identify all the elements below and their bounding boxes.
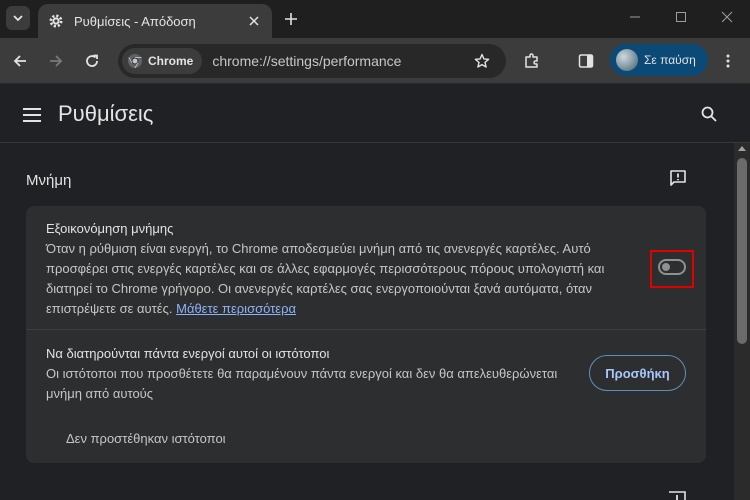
back-button[interactable] (8, 49, 32, 73)
learn-more-link[interactable]: Μάθετε περισσότερα (176, 301, 296, 316)
memory-saver-description: Όταν η ρύθμιση είναι ενεργή, το Chrome α… (46, 239, 626, 319)
minimize-icon (630, 16, 640, 18)
feedback-button[interactable] (666, 166, 690, 190)
tab-close-button[interactable] (244, 11, 264, 31)
gear-icon (49, 14, 63, 28)
maximize-button[interactable] (658, 0, 704, 34)
tab-strip: Ρυθμίσεις - Απόδοση (0, 0, 750, 38)
arrow-left-icon (13, 55, 26, 67)
reload-icon (86, 54, 98, 67)
profile-button[interactable]: Σε παύση (610, 44, 708, 76)
memory-saver-title: Εξοικονόμηση μνήμης (46, 221, 174, 236)
close-icon (249, 16, 259, 26)
page-title: Ρυθμίσεις (58, 101, 154, 126)
browser-toolbar: Chrome chrome://settings/performance Σε … (0, 38, 750, 84)
arrow-right-icon (50, 55, 63, 67)
extensions-button[interactable] (520, 49, 544, 73)
puzzle-icon (525, 53, 538, 68)
site-chip-label: Chrome (148, 54, 194, 68)
plus-icon (285, 13, 297, 25)
tab-settings-performance[interactable]: Ρυθμίσεις - Απόδοση (38, 4, 272, 38)
hamburger-icon (23, 108, 41, 122)
reload-button[interactable] (80, 49, 104, 73)
tab-title: Ρυθμίσεις - Απόδοση (74, 13, 196, 29)
settings-header: Ρυθμίσεις (0, 85, 750, 143)
settings-search-button[interactable] (696, 101, 722, 127)
profile-status-label: Σε παύση (644, 53, 696, 67)
scroll-up-arrow-icon[interactable] (738, 146, 746, 151)
minimize-button[interactable] (612, 0, 658, 34)
add-site-button[interactable]: Προσθήκη (589, 355, 686, 391)
url-text[interactable]: chrome://settings/performance (212, 53, 470, 69)
forward-button[interactable] (44, 49, 68, 73)
chevron-down-icon (13, 15, 23, 22)
always-active-sites-title: Να διατηρούνται πάντα ενεργοί αυτοί οι ι… (46, 346, 330, 361)
bookmark-button[interactable] (470, 49, 494, 73)
close-icon (721, 11, 733, 23)
memory-saver-toggle[interactable] (658, 259, 686, 275)
scrollbar-thumb[interactable] (737, 158, 747, 344)
section-title-memory: Μνήμη (26, 172, 72, 189)
site-info-chip[interactable]: Chrome (122, 48, 203, 74)
memory-card: Εξοικονόμηση μνήμης Όταν η ρύθμιση είναι… (26, 206, 706, 463)
address-bar[interactable]: Chrome chrome://settings/performance (118, 44, 506, 78)
side-panel-button[interactable] (574, 49, 598, 73)
search-icon (701, 106, 717, 122)
more-vert-icon (726, 54, 730, 68)
avatar (616, 49, 638, 71)
tab-search-button[interactable] (6, 6, 30, 30)
feedback-icon[interactable] (666, 490, 688, 500)
no-sites-note: Δεν προστέθηκαν ιστότοποι (66, 431, 226, 446)
new-tab-button[interactable] (280, 8, 302, 30)
always-active-sites-description: Οι ιστότοποι που προσθέτετε θα παραμένου… (46, 366, 558, 401)
main-menu-button[interactable] (20, 103, 44, 127)
memory-saver-row: Εξοικονόμηση μνήμης Όταν η ρύθμιση είναι… (26, 206, 706, 330)
toggle-knob (662, 263, 670, 271)
feedback-icon (670, 170, 686, 186)
memory-saver-desc-text: Όταν η ρύθμιση είναι ενεργή, το Chrome α… (46, 241, 605, 316)
chrome-menu-button[interactable] (716, 49, 740, 73)
star-icon (474, 53, 490, 68)
maximize-icon (676, 12, 686, 22)
chrome-logo-icon (128, 54, 142, 69)
side-panel-icon (578, 54, 594, 68)
window-close-button[interactable] (704, 0, 750, 34)
